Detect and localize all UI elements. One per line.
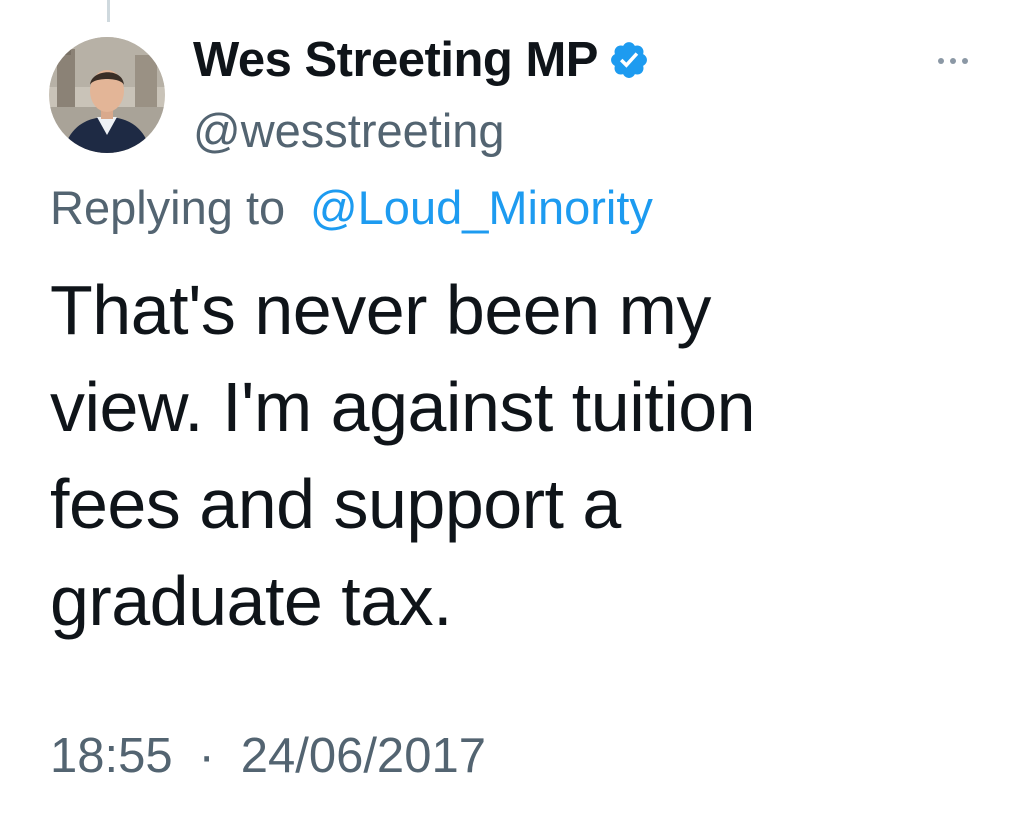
verified-badge-icon (608, 39, 650, 81)
timestamp-separator: · (198, 729, 215, 783)
tweet-time-link[interactable]: 18:55 (50, 729, 173, 783)
tweet-text: That's never been my view. I'm against t… (50, 271, 756, 640)
tweet-timestamp: 18:55 · 24/06/2017 (50, 728, 486, 784)
avatar-photo-icon (49, 37, 165, 153)
author-display-name[interactable]: Wes Streeting MP (193, 32, 598, 88)
more-horizontal-icon (938, 58, 968, 64)
thread-connector-line (107, 0, 110, 22)
author-name-row[interactable]: Wes Streeting MP (193, 32, 650, 88)
replying-to-label: Replying to (50, 181, 286, 234)
avatar[interactable] (49, 37, 165, 153)
tweet-date-link[interactable]: 24/06/2017 (241, 729, 486, 783)
replying-to-line: Replying to @Loud_Minority (50, 180, 653, 235)
author-handle[interactable]: @wesstreeting (193, 103, 505, 158)
reply-target-link[interactable]: @Loud_Minority (310, 181, 653, 234)
more-options-button[interactable] (928, 46, 978, 76)
